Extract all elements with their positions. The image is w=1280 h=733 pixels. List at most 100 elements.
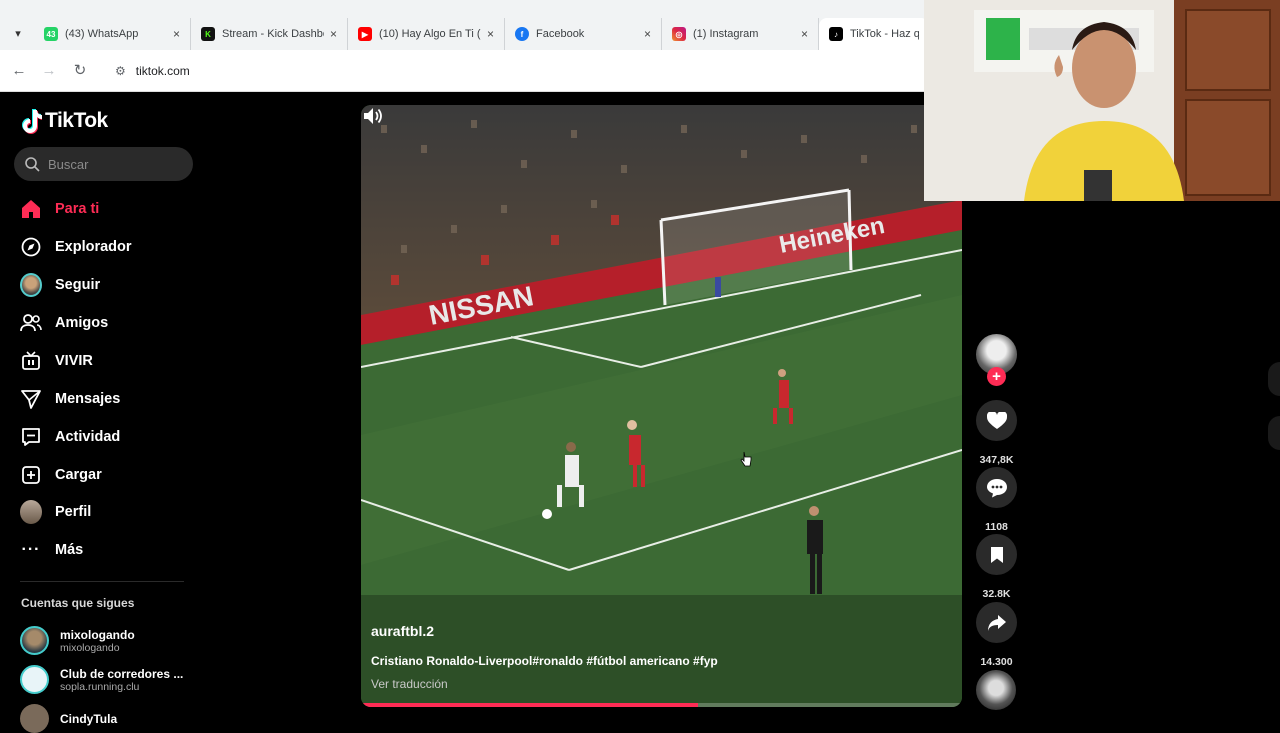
following-item[interactable]: Club de corredores ... sopla.running.clu <box>20 665 183 694</box>
share-icon <box>987 614 1006 631</box>
kick-logo-sign <box>986 18 1020 60</box>
tab-instagram[interactable]: ◎ (1) Instagram × <box>662 18 819 50</box>
following-handle: sopla.running.clu <box>60 680 140 693</box>
music-disc-icon[interactable] <box>976 670 1016 710</box>
live-icon <box>20 350 42 372</box>
whatsapp-icon: 43 <box>44 27 58 41</box>
following-name: CindyTula <box>60 711 118 726</box>
translate-link[interactable]: Ver traducción <box>371 677 448 691</box>
like-action[interactable]: 347,8K <box>976 400 1017 466</box>
tiktok-note-icon <box>22 109 42 134</box>
forward-icon[interactable]: → <box>39 61 59 81</box>
url-field[interactable]: ⚙ tiktok.com <box>105 56 925 86</box>
close-tab-icon[interactable]: × <box>801 27 808 41</box>
following-item[interactable]: mixologando mixologando <box>20 626 135 655</box>
follow-plus-button[interactable]: + <box>987 367 1006 386</box>
tab-youtube[interactable]: ▶ (10) Hay Algo En Ti ( × <box>348 18 505 50</box>
following-title: Cuentas que sigues <box>21 596 135 610</box>
webcam-feed <box>924 0 1280 201</box>
tab-facebook[interactable]: f Facebook × <box>505 18 662 50</box>
search-box[interactable] <box>14 147 193 181</box>
profile-icon <box>20 500 42 524</box>
nav-label: Explorador <box>55 239 132 255</box>
nav-label: Perfil <box>55 504 92 520</box>
nav-perfil[interactable]: Perfil <box>20 498 91 526</box>
following-name: Club de corredores ... <box>60 666 184 681</box>
like-button[interactable] <box>976 400 1017 441</box>
activity-icon <box>20 426 42 448</box>
nav-label: Para ti <box>55 201 100 217</box>
volume-icon[interactable] <box>361 105 383 127</box>
upload-icon <box>20 464 42 486</box>
tab-kick[interactable]: K Stream - Kick Dashbo × <box>191 18 348 50</box>
search-icon <box>25 157 40 172</box>
instagram-icon: ◎ <box>672 27 686 41</box>
tiktok-icon: ♪ <box>829 27 843 41</box>
reload-icon[interactable]: ↻ <box>70 61 90 81</box>
avatar <box>20 626 49 655</box>
scroll-down-button[interactable] <box>1268 416 1280 450</box>
tab-label: Stream - Kick Dashbo <box>222 28 324 40</box>
facebook-icon: f <box>515 27 529 41</box>
nav-seguir[interactable]: Seguir <box>20 271 100 299</box>
tab-label: TikTok - Haz que <box>850 28 919 40</box>
avatar <box>20 704 49 733</box>
following-handle: mixologando <box>60 641 120 654</box>
progress-fill <box>361 703 698 707</box>
tab-label: Facebook <box>536 28 585 40</box>
share-button[interactable] <box>976 602 1017 643</box>
brand-name: TikTok <box>45 109 108 132</box>
video-description[interactable]: Cristiano Ronaldo-Liverpool#ronaldo #fút… <box>371 654 718 668</box>
close-tab-icon[interactable]: × <box>173 27 180 41</box>
kick-icon: K <box>201 27 215 41</box>
tab-tiktok[interactable]: ♪ TikTok - Haz que <box>819 18 929 50</box>
close-tab-icon[interactable]: × <box>644 27 651 41</box>
heart-icon <box>986 411 1007 429</box>
nav-label: Más <box>55 542 84 558</box>
video-frame: NISSAN Heineken <box>361 105 962 707</box>
share-action[interactable]: 14.300 <box>976 602 1017 668</box>
avatar-icon <box>20 273 42 297</box>
nav-mas[interactable]: ··· Más <box>20 536 84 564</box>
nav-label: VIVIR <box>55 353 93 369</box>
nav-amigos[interactable]: Amigos <box>20 309 108 337</box>
save-button[interactable] <box>976 534 1017 575</box>
compass-icon <box>20 236 42 258</box>
divider <box>20 581 184 582</box>
tiktok-logo[interactable]: TikTok <box>20 108 108 134</box>
scroll-up-button[interactable] <box>1268 362 1280 396</box>
tab-search-dropdown-icon[interactable]: ▾ <box>8 24 28 44</box>
back-icon[interactable]: ← <box>9 61 29 81</box>
home-icon <box>20 198 42 220</box>
nav-actividad[interactable]: Actividad <box>20 423 120 451</box>
site-info-icon[interactable]: ⚙ <box>115 64 126 78</box>
like-count: 347,8K <box>979 454 1014 466</box>
friends-icon <box>20 312 42 334</box>
comment-button[interactable] <box>976 467 1017 508</box>
following-item[interactable]: CindyTula <box>20 704 117 733</box>
nav-explorador[interactable]: Explorador <box>20 233 132 261</box>
video-progress-bar[interactable] <box>361 703 962 707</box>
close-tab-icon[interactable]: × <box>487 27 494 41</box>
bookmark-icon <box>990 546 1003 563</box>
nav-label: Seguir <box>55 277 101 293</box>
video-player[interactable]: NISSAN Heineken auraftbl.2 Cristiano Ron… <box>361 105 962 707</box>
nav-vivir[interactable]: VIVIR <box>20 347 93 375</box>
video-author[interactable]: auraftbl.2 <box>371 623 434 639</box>
nav-mensajes[interactable]: Mensajes <box>20 385 120 413</box>
save-action[interactable]: 32.8K <box>976 534 1017 600</box>
comment-count: 1108 <box>985 521 1008 533</box>
comment-action[interactable]: 1108 <box>976 467 1017 533</box>
webcam-overlay <box>924 0 1280 201</box>
nav-cargar[interactable]: Cargar <box>20 461 102 489</box>
nav-label: Amigos <box>55 315 109 331</box>
nav-label: Actividad <box>55 429 121 445</box>
hand-cursor-icon <box>740 451 752 467</box>
following-name: mixologando <box>60 627 135 642</box>
nav-label: Mensajes <box>55 391 121 407</box>
search-input[interactable] <box>48 156 178 172</box>
close-tab-icon[interactable]: × <box>330 27 337 41</box>
nav-para-ti[interactable]: Para ti <box>20 195 99 223</box>
tab-whatsapp[interactable]: 43 (43) WhatsApp × <box>34 18 191 50</box>
share-count: 14.300 <box>980 656 1013 668</box>
